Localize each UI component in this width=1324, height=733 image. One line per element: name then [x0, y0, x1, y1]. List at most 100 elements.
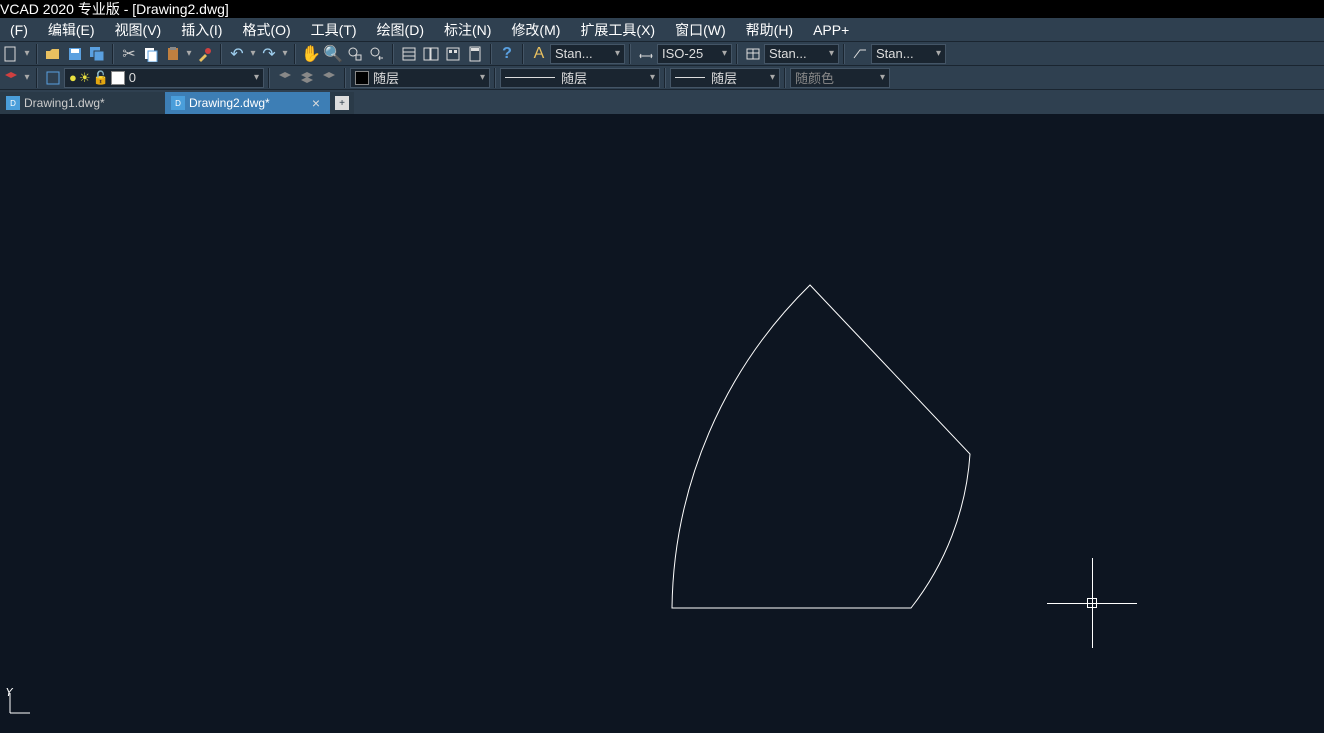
menu-file[interactable]: (F) [0, 22, 38, 38]
tablestyle-dropdown[interactable]: Stan... ▾ [764, 44, 839, 64]
svg-text:Y: Y [5, 688, 14, 699]
ucs-icon: Y [5, 688, 35, 721]
chevron-down-icon: ▾ [880, 72, 885, 83]
redo-dropdown-arrow[interactable]: ▾ [280, 45, 290, 63]
textstyle-dropdown[interactable]: Stan... ▾ [550, 44, 625, 64]
color-swatch [355, 71, 369, 85]
layer-state-icon[interactable] [43, 68, 63, 88]
separator [344, 68, 346, 88]
menu-insert[interactable]: 插入(I) [171, 20, 232, 40]
zoom-prev-icon[interactable] [367, 44, 387, 64]
new-dropdown-arrow[interactable]: ▾ [22, 45, 32, 63]
separator [220, 44, 222, 64]
layer-walk-icon[interactable] [319, 68, 339, 88]
linetype-dropdown[interactable]: 随层 ▾ [350, 68, 490, 88]
plus-icon: + [335, 96, 349, 110]
plotstyle-dropdown[interactable]: 随层 ▾ [670, 68, 780, 88]
calculator-icon[interactable] [465, 44, 485, 64]
menu-tools[interactable]: 工具(T) [301, 20, 367, 40]
menu-draw[interactable]: 绘图(D) [367, 20, 434, 40]
separator [490, 44, 492, 64]
tab-label: Drawing1.dwg* [24, 96, 105, 110]
new-tab-button[interactable]: + [330, 92, 354, 114]
window-title: VCAD 2020 专业版 - [Drawing2.dwg] [0, 0, 229, 19]
title-bar: VCAD 2020 专业版 - [Drawing2.dwg] [0, 0, 1324, 18]
properties-icon[interactable] [399, 44, 419, 64]
menu-extension[interactable]: 扩展工具(X) [570, 20, 665, 40]
layer-current-dropdown[interactable]: ● ☀ 🔓 0 ▾ [64, 68, 264, 88]
menu-view[interactable]: 视图(V) [105, 20, 172, 40]
file-tab-drawing2[interactable]: D Drawing2.dwg* × [165, 92, 330, 114]
mleaderstyle-icon[interactable] [850, 44, 870, 64]
layer-name: 0 [129, 70, 136, 85]
layer-color-swatch [111, 71, 125, 85]
separator [736, 44, 738, 64]
line-sample [675, 77, 705, 78]
line-sample [505, 77, 555, 78]
dimstyle-icon[interactable] [636, 44, 656, 64]
layer-manager-icon[interactable] [1, 68, 21, 88]
undo-icon[interactable]: ↶ [227, 44, 247, 64]
dwg-icon: D [171, 96, 185, 110]
file-tab-drawing1[interactable]: D Drawing1.dwg* [0, 92, 165, 114]
chevron-down-icon: ▾ [770, 72, 775, 83]
zoom-realtime-icon[interactable]: 🔍 [323, 44, 343, 64]
dimstyle-dropdown[interactable]: ISO-25 ▾ [657, 44, 732, 64]
drawing-canvas[interactable]: Y [0, 133, 1324, 731]
menu-help[interactable]: 帮助(H) [736, 20, 803, 40]
open-icon[interactable] [43, 44, 63, 64]
separator [268, 68, 270, 88]
separator [36, 44, 38, 64]
layer-prev-icon[interactable] [275, 68, 295, 88]
designcenter-icon[interactable] [421, 44, 441, 64]
new-icon[interactable] [1, 44, 21, 64]
copy-icon[interactable] [141, 44, 161, 64]
chevron-down-icon: ▾ [615, 48, 620, 59]
mleaderstyle-value: Stan... [876, 46, 914, 61]
cut-icon[interactable]: ✂ [119, 44, 139, 64]
paste-icon[interactable] [163, 44, 183, 64]
separator [112, 44, 114, 64]
menu-window[interactable]: 窗口(W) [665, 20, 736, 40]
color-value: 随颜色 [795, 68, 834, 87]
saveall-icon[interactable] [87, 44, 107, 64]
layer-iso-icon[interactable] [297, 68, 317, 88]
tab-label: Drawing2.dwg* [189, 96, 270, 110]
undo-dropdown-arrow[interactable]: ▾ [248, 45, 258, 63]
paste-dropdown-arrow[interactable]: ▾ [184, 45, 194, 63]
menu-format[interactable]: 格式(O) [232, 20, 300, 40]
toolbar-layers: ▾ ● ☀ 🔓 0 ▾ 随层 ▾ 随层 ▾ 随层 ▾ 随颜色 ▾ [0, 66, 1324, 90]
drawing-content [0, 133, 1324, 733]
chevron-down-icon: ▾ [480, 72, 485, 83]
matchprop-icon[interactable] [195, 44, 215, 64]
lock-icon: 🔓 [93, 70, 109, 86]
separator [784, 68, 786, 88]
menu-edit[interactable]: 编辑(E) [38, 20, 105, 40]
help-icon[interactable]: ? [497, 44, 517, 64]
pan-icon[interactable]: ✋ [301, 44, 321, 64]
color-dropdown[interactable]: 随颜色 ▾ [790, 68, 890, 88]
lineweight-dropdown[interactable]: 随层 ▾ [500, 68, 660, 88]
toolbar-standard: ▾ ✂ ▾ ↶ ▾ ↷ ▾ ✋ 🔍 ? A Stan... ▾ ISO-25 ▾… [0, 42, 1324, 66]
tablestyle-icon[interactable] [743, 44, 763, 64]
chevron-down-icon: ▾ [722, 48, 727, 59]
toolpalette-icon[interactable] [443, 44, 463, 64]
menu-modify[interactable]: 修改(M) [501, 20, 570, 40]
redo-icon[interactable]: ↷ [259, 44, 279, 64]
menu-app[interactable]: APP+ [803, 22, 859, 38]
sun-icon: ☀ [79, 70, 91, 86]
chevron-down-icon: ▾ [829, 48, 834, 59]
tablestyle-value: Stan... [769, 46, 807, 61]
zoom-win-icon[interactable] [345, 44, 365, 64]
linetype-value: 随层 [373, 68, 399, 87]
save-icon[interactable] [65, 44, 85, 64]
textstyle-icon[interactable]: A [529, 44, 549, 64]
layer-dropdown-arrow[interactable]: ▾ [22, 69, 32, 87]
mleaderstyle-dropdown[interactable]: Stan... ▾ [871, 44, 946, 64]
chevron-down-icon: ▾ [254, 72, 259, 83]
menu-dimension[interactable]: 标注(N) [434, 20, 501, 40]
menu-bar: (F) 编辑(E) 视图(V) 插入(I) 格式(O) 工具(T) 绘图(D) … [0, 18, 1324, 42]
lineweight-value: 随层 [561, 68, 587, 87]
separator [629, 44, 631, 64]
close-icon[interactable]: × [308, 95, 324, 111]
